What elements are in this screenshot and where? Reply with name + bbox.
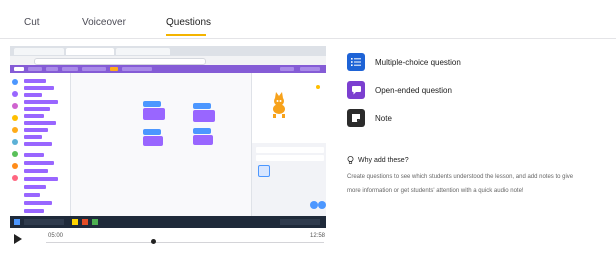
- current-time: 05:00: [48, 233, 64, 239]
- video-stage: [251, 73, 326, 143]
- editor-card: Cut Voiceover Questions 05:00 12:58 Mult…: [0, 0, 616, 253]
- scratch-cat-icon: [273, 85, 320, 118]
- tab-questions[interactable]: Questions: [166, 17, 211, 28]
- why-add-title: Why add these?: [358, 157, 409, 164]
- lightbulb-icon: [347, 156, 354, 164]
- video-block-palette: [10, 73, 71, 216]
- list-icon: [347, 53, 365, 71]
- open-ended-label: Open-ended question: [375, 86, 452, 95]
- video-sprite-panel: [251, 143, 326, 216]
- player-controls: 05:00 12:58: [10, 228, 326, 253]
- multiple-choice-label: Multiple-choice question: [375, 58, 461, 67]
- video-browser-tabs: [10, 46, 326, 56]
- video-script-area: [71, 73, 251, 216]
- tab-cut[interactable]: Cut: [24, 17, 40, 28]
- note-icon: [347, 109, 365, 127]
- active-tab-indicator: [166, 34, 206, 36]
- speech-bubble-icon: [347, 81, 365, 99]
- note-label: Note: [375, 114, 392, 123]
- why-add-description: Create questions to see which students u…: [347, 174, 574, 194]
- seek-handle[interactable]: [150, 239, 156, 244]
- video-scratch-menu: [10, 65, 326, 73]
- tab-voiceover[interactable]: Voiceover: [82, 17, 126, 28]
- tab-bar: Cut Voiceover Questions: [0, 0, 616, 39]
- play-icon[interactable]: [14, 234, 22, 244]
- total-time: 12:58: [310, 233, 326, 239]
- video-frame[interactable]: [10, 46, 326, 228]
- video-taskbar: [10, 216, 326, 228]
- seek-bar[interactable]: [46, 242, 324, 243]
